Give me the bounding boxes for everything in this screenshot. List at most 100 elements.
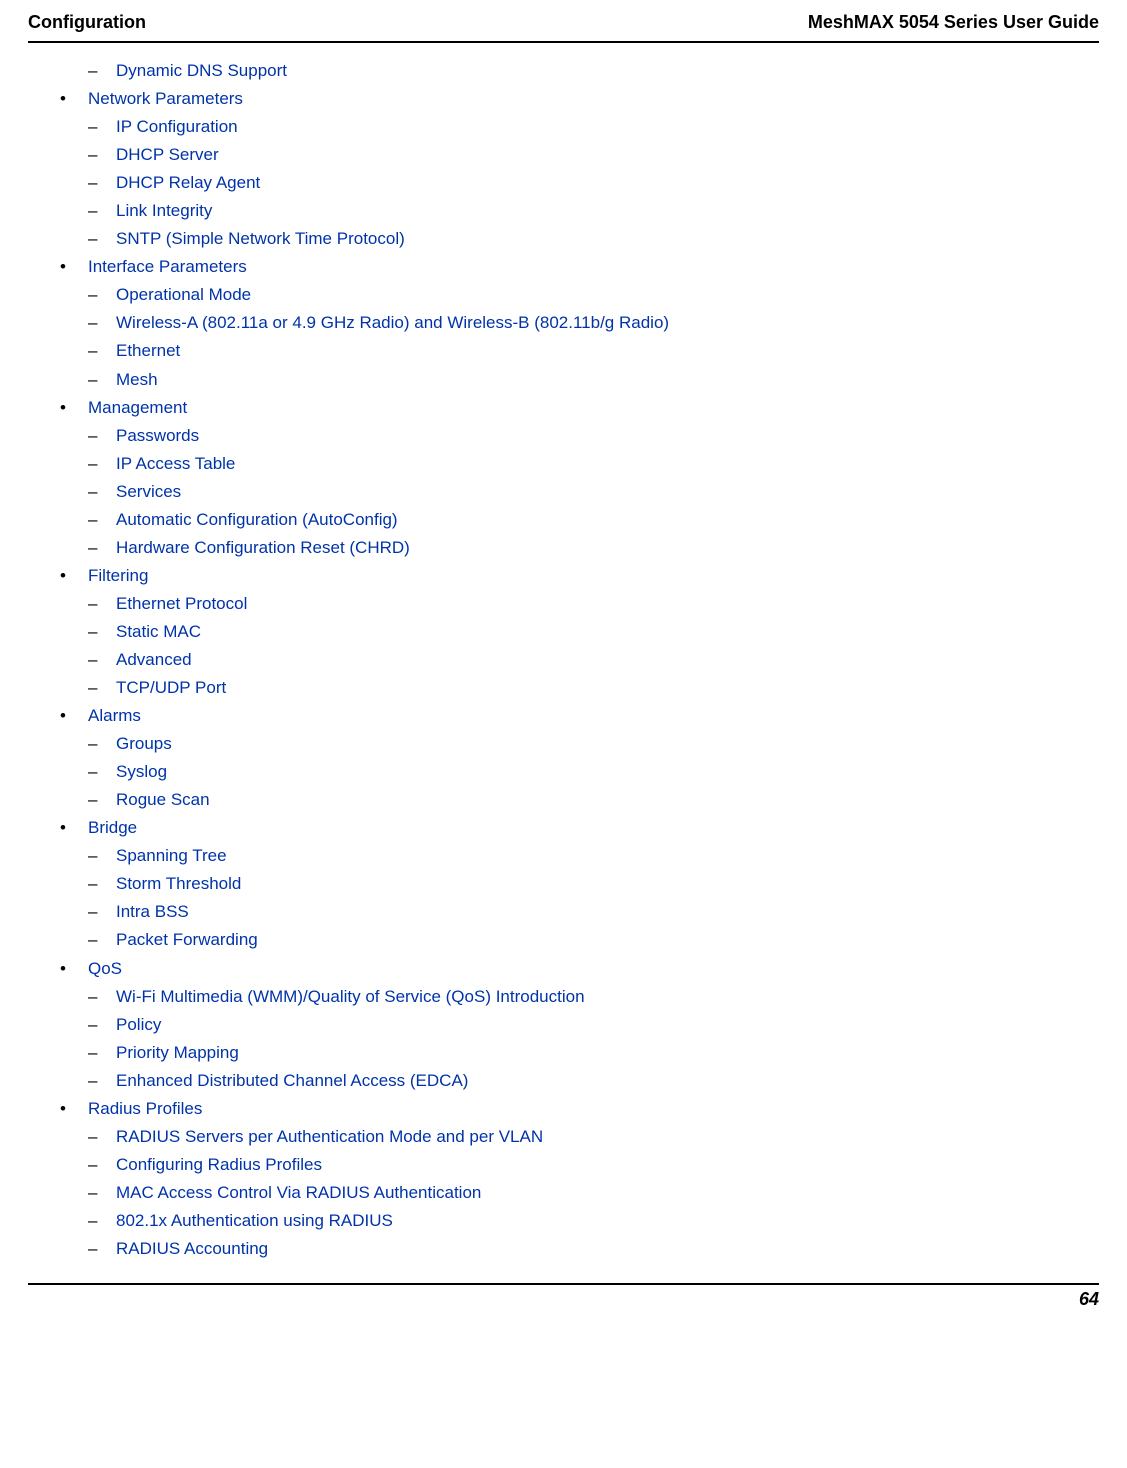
list-sub-item: –Enhanced Distributed Channel Access (ED… bbox=[88, 1067, 1067, 1095]
sub-item-link[interactable]: Syslog bbox=[116, 758, 167, 786]
list-sub-item: –Wi-Fi Multimedia (WMM)/Quality of Servi… bbox=[88, 983, 1067, 1011]
list-sub-item: –Automatic Configuration (AutoConfig) bbox=[88, 506, 1067, 534]
list-sub-item: –802.1x Authentication using RADIUS bbox=[88, 1207, 1067, 1235]
dash-bullet-icon: – bbox=[88, 1123, 116, 1151]
sub-item-link[interactable]: MAC Access Control Via RADIUS Authentica… bbox=[116, 1179, 481, 1207]
sub-row: –Intra BSS bbox=[88, 898, 1067, 926]
sub-row: –Advanced bbox=[88, 646, 1067, 674]
dash-bullet-icon: – bbox=[88, 225, 116, 253]
dash-bullet-icon: – bbox=[88, 730, 116, 758]
sub-item-link[interactable]: RADIUS Accounting bbox=[116, 1235, 268, 1263]
sub-item-link[interactable]: IP Access Table bbox=[116, 450, 235, 478]
sub-row: –IP Configuration bbox=[88, 113, 1067, 141]
header-guide-title: MeshMAX 5054 Series User Guide bbox=[808, 12, 1099, 33]
sub-item-link[interactable]: Storm Threshold bbox=[116, 870, 241, 898]
sub-row: –Services bbox=[88, 478, 1067, 506]
sub-row: –Automatic Configuration (AutoConfig) bbox=[88, 506, 1067, 534]
sub-item-link[interactable]: IP Configuration bbox=[116, 113, 238, 141]
dash-bullet-icon: – bbox=[88, 281, 116, 309]
sub-item-link[interactable]: Passwords bbox=[116, 422, 199, 450]
sub-item-link[interactable]: 802.1x Authentication using RADIUS bbox=[116, 1207, 393, 1235]
sub-row: –DHCP Server bbox=[88, 141, 1067, 169]
sub-item-link[interactable]: Ethernet Protocol bbox=[116, 590, 247, 618]
top-item-link[interactable]: Interface Parameters bbox=[88, 253, 247, 281]
sub-item-link[interactable]: Services bbox=[116, 478, 181, 506]
sub-item-link[interactable]: Packet Forwarding bbox=[116, 926, 258, 954]
top-item-link[interactable]: QoS bbox=[88, 955, 122, 983]
sub-item-link[interactable]: Enhanced Distributed Channel Access (EDC… bbox=[116, 1067, 468, 1095]
list-sub-item: –Static MAC bbox=[88, 618, 1067, 646]
sub-item-link[interactable]: Hardware Configuration Reset (CHRD) bbox=[116, 534, 410, 562]
list-sub-item: –Operational Mode bbox=[88, 281, 1067, 309]
list-top-item: •QoS bbox=[60, 955, 1067, 983]
list-sub-item: –Spanning Tree bbox=[88, 842, 1067, 870]
dash-bullet-icon: – bbox=[88, 590, 116, 618]
top-item-link[interactable]: Filtering bbox=[88, 562, 148, 590]
top-item-link[interactable]: Alarms bbox=[88, 702, 141, 730]
list-top-item: •Radius Profiles bbox=[60, 1095, 1067, 1123]
sub-item-link[interactable]: Wi-Fi Multimedia (WMM)/Quality of Servic… bbox=[116, 983, 585, 1011]
dash-bullet-icon: – bbox=[88, 534, 116, 562]
top-item-link[interactable]: Management bbox=[88, 394, 187, 422]
dash-bullet-icon: – bbox=[88, 478, 116, 506]
sub-item-link[interactable]: Groups bbox=[116, 730, 172, 758]
sub-item-link[interactable]: Intra BSS bbox=[116, 898, 189, 926]
header-section-title: Configuration bbox=[28, 12, 146, 33]
list-sub-item: –Link Integrity bbox=[88, 197, 1067, 225]
list-item: •Management–Passwords–IP Access Table–Se… bbox=[60, 394, 1067, 562]
sub-item-link[interactable]: Ethernet bbox=[116, 337, 180, 365]
sub-item-link[interactable]: Automatic Configuration (AutoConfig) bbox=[116, 506, 398, 534]
list-top-item: •Network Parameters bbox=[60, 85, 1067, 113]
dash-bullet-icon: – bbox=[88, 1235, 116, 1263]
sub-item-link[interactable]: Dynamic DNS Support bbox=[116, 57, 287, 85]
sub-item-link[interactable]: Mesh bbox=[116, 366, 158, 394]
sub-row: –Packet Forwarding bbox=[88, 926, 1067, 954]
sub-row: –Enhanced Distributed Channel Access (ED… bbox=[88, 1067, 1067, 1095]
list-top-item: •Filtering bbox=[60, 562, 1067, 590]
list-sub-item: –Configuring Radius Profiles bbox=[88, 1151, 1067, 1179]
sub-item-link[interactable]: Rogue Scan bbox=[116, 786, 210, 814]
sub-item-link[interactable]: SNTP (Simple Network Time Protocol) bbox=[116, 225, 405, 253]
sub-row: –Policy bbox=[88, 1011, 1067, 1039]
dash-bullet-icon: – bbox=[88, 57, 116, 85]
sub-row: –SNTP (Simple Network Time Protocol) bbox=[88, 225, 1067, 253]
list-sub-item: –Syslog bbox=[88, 758, 1067, 786]
sub-item-link[interactable]: Link Integrity bbox=[116, 197, 212, 225]
sub-item-link[interactable]: Configuring Radius Profiles bbox=[116, 1151, 322, 1179]
sub-item-link[interactable]: Priority Mapping bbox=[116, 1039, 239, 1067]
top-item-link[interactable]: Radius Profiles bbox=[88, 1095, 202, 1123]
list-sub-item: –Packet Forwarding bbox=[88, 926, 1067, 954]
sub-item-link[interactable]: Advanced bbox=[116, 646, 192, 674]
sub-item-link[interactable]: Spanning Tree bbox=[116, 842, 227, 870]
top-item-link[interactable]: Bridge bbox=[88, 814, 137, 842]
sub-item-link[interactable]: Wireless-A (802.11a or 4.9 GHz Radio) an… bbox=[116, 309, 669, 337]
sub-row: –Static MAC bbox=[88, 618, 1067, 646]
sub-item-link[interactable]: DHCP Relay Agent bbox=[116, 169, 260, 197]
sub-row: –Rogue Scan bbox=[88, 786, 1067, 814]
bullet-icon: • bbox=[60, 562, 88, 590]
sub-row: –DHCP Relay Agent bbox=[88, 169, 1067, 197]
sub-item-link[interactable]: Static MAC bbox=[116, 618, 201, 646]
list-top-item: •Alarms bbox=[60, 702, 1067, 730]
sub-item-link[interactable]: TCP/UDP Port bbox=[116, 674, 226, 702]
sub-row: –Groups bbox=[88, 730, 1067, 758]
bullet-icon: • bbox=[60, 702, 88, 730]
sub-item-link[interactable]: RADIUS Servers per Authentication Mode a… bbox=[116, 1123, 543, 1151]
sub-item-link[interactable]: Operational Mode bbox=[116, 281, 251, 309]
sub-list: –Ethernet Protocol–Static MAC–Advanced–T… bbox=[60, 590, 1067, 702]
dash-bullet-icon: – bbox=[88, 842, 116, 870]
bullet-icon: • bbox=[60, 394, 88, 422]
list-item: •Filtering–Ethernet Protocol–Static MAC–… bbox=[60, 562, 1067, 702]
sub-row: –Storm Threshold bbox=[88, 870, 1067, 898]
sub-item-link[interactable]: DHCP Server bbox=[116, 141, 219, 169]
list-item: •Alarms–Groups–Syslog–Rogue Scan bbox=[60, 702, 1067, 814]
list-sub-item: –IP Access Table bbox=[88, 450, 1067, 478]
sub-item-link[interactable]: Policy bbox=[116, 1011, 161, 1039]
top-item-link[interactable]: Network Parameters bbox=[88, 85, 243, 113]
list-item: •QoS–Wi-Fi Multimedia (WMM)/Quality of S… bbox=[60, 955, 1067, 1095]
list-sub-item: –Wireless-A (802.11a or 4.9 GHz Radio) a… bbox=[88, 309, 1067, 337]
bullet-icon: • bbox=[60, 955, 88, 983]
list-sub-item: –DHCP Server bbox=[88, 141, 1067, 169]
bullet-icon: • bbox=[60, 1095, 88, 1123]
sub-row: –Wireless-A (802.11a or 4.9 GHz Radio) a… bbox=[88, 309, 1067, 337]
